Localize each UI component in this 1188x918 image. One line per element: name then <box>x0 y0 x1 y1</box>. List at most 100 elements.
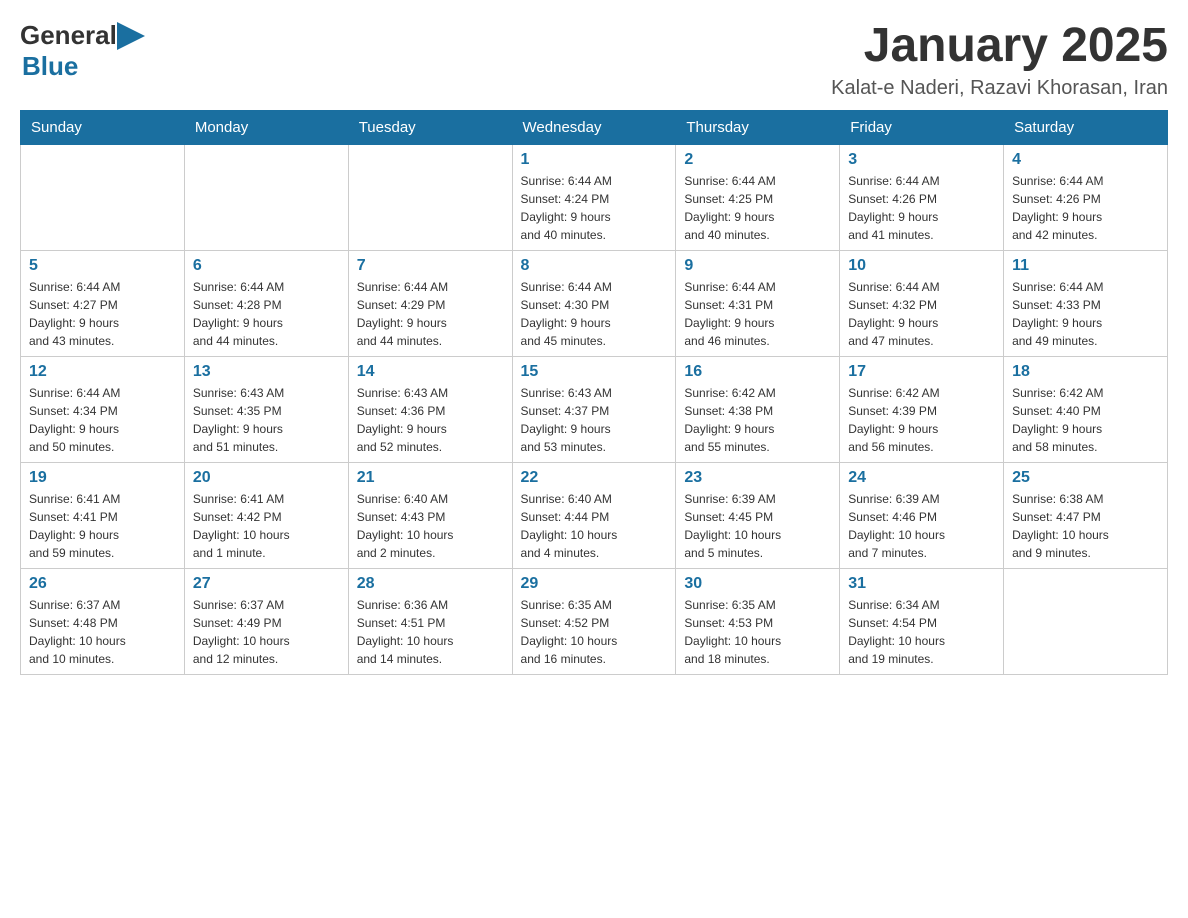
calendar-cell <box>348 144 512 250</box>
day-info: Sunrise: 6:37 AM Sunset: 4:48 PM Dayligh… <box>29 596 176 668</box>
day-number: 19 <box>29 469 176 487</box>
day-info: Sunrise: 6:37 AM Sunset: 4:49 PM Dayligh… <box>193 596 340 668</box>
day-info: Sunrise: 6:43 AM Sunset: 4:35 PM Dayligh… <box>193 384 340 456</box>
day-number: 5 <box>29 257 176 275</box>
calendar-cell: 23 Sunrise: 6:39 AM Sunset: 4:45 PM Dayli… <box>676 462 840 568</box>
weekday-header-sunday: Sunday <box>21 110 185 144</box>
day-info: Sunrise: 6:38 AM Sunset: 4:47 PM Dayligh… <box>1012 490 1159 562</box>
calendar-cell: 10 Sunrise: 6:44 AM Sunset: 4:32 PM Dayli… <box>840 250 1004 356</box>
day-number: 10 <box>848 257 995 275</box>
day-info: Sunrise: 6:42 AM Sunset: 4:39 PM Dayligh… <box>848 384 995 456</box>
calendar-cell: 25 Sunrise: 6:38 AM Sunset: 4:47 PM Dayli… <box>1004 462 1168 568</box>
logo-blue-text: Blue <box>22 51 78 82</box>
day-number: 6 <box>193 257 340 275</box>
calendar-cell: 22 Sunrise: 6:40 AM Sunset: 4:44 PM Dayli… <box>512 462 676 568</box>
day-info: Sunrise: 6:44 AM Sunset: 4:25 PM Dayligh… <box>684 172 831 244</box>
calendar-cell: 24Sunrise: 6:39 AM Sunset: 4:46 PM Dayli… <box>840 462 1004 568</box>
day-number: 21 <box>357 469 504 487</box>
calendar-cell: 14 Sunrise: 6:43 AM Sunset: 4:36 PM Dayli… <box>348 356 512 462</box>
day-number: 12 <box>29 363 176 381</box>
calendar-cell: 6 Sunrise: 6:44 AM Sunset: 4:28 PM Daylig… <box>184 250 348 356</box>
day-number: 8 <box>521 257 668 275</box>
calendar-week-row: 26 Sunrise: 6:37 AM Sunset: 4:48 PM Dayli… <box>21 568 1168 674</box>
day-info: Sunrise: 6:34 AM Sunset: 4:54 PM Dayligh… <box>848 596 995 668</box>
day-number: 13 <box>193 363 340 381</box>
day-number: 25 <box>1012 469 1159 487</box>
day-info: Sunrise: 6:42 AM Sunset: 4:38 PM Dayligh… <box>684 384 831 456</box>
weekday-header-wednesday: Wednesday <box>512 110 676 144</box>
weekday-header-monday: Monday <box>184 110 348 144</box>
calendar-cell: 30 Sunrise: 6:35 AM Sunset: 4:53 PM Dayli… <box>676 568 840 674</box>
day-info: Sunrise: 6:44 AM Sunset: 4:27 PM Dayligh… <box>29 278 176 350</box>
calendar-cell: 27 Sunrise: 6:37 AM Sunset: 4:49 PM Dayli… <box>184 568 348 674</box>
day-number: 26 <box>29 575 176 593</box>
logo: General Blue <box>20 20 145 82</box>
day-info: Sunrise: 6:44 AM Sunset: 4:26 PM Dayligh… <box>848 172 995 244</box>
day-number: 28 <box>357 575 504 593</box>
day-number: 27 <box>193 575 340 593</box>
calendar-cell: 5 Sunrise: 6:44 AM Sunset: 4:27 PM Daylig… <box>21 250 185 356</box>
calendar-week-row: 5 Sunrise: 6:44 AM Sunset: 4:27 PM Daylig… <box>21 250 1168 356</box>
logo-general-text: General <box>20 20 117 51</box>
day-number: 9 <box>684 257 831 275</box>
day-number: 31 <box>848 575 995 593</box>
weekday-header-thursday: Thursday <box>676 110 840 144</box>
calendar-table: SundayMondayTuesdayWednesdayThursdayFrid… <box>20 110 1168 675</box>
calendar-cell: 17 Sunrise: 6:42 AM Sunset: 4:39 PM Dayli… <box>840 356 1004 462</box>
calendar-cell: 19 Sunrise: 6:41 AM Sunset: 4:41 PM Dayli… <box>21 462 185 568</box>
day-number: 4 <box>1012 151 1159 169</box>
day-number: 11 <box>1012 257 1159 275</box>
calendar-cell <box>21 144 185 250</box>
weekday-header-saturday: Saturday <box>1004 110 1168 144</box>
calendar-cell: 12 Sunrise: 6:44 AM Sunset: 4:34 PM Dayli… <box>21 356 185 462</box>
weekday-header-friday: Friday <box>840 110 1004 144</box>
day-number: 22 <box>521 469 668 487</box>
calendar-cell: 15Sunrise: 6:43 AM Sunset: 4:37 PM Dayli… <box>512 356 676 462</box>
day-number: 30 <box>684 575 831 593</box>
day-info: Sunrise: 6:44 AM Sunset: 4:28 PM Dayligh… <box>193 278 340 350</box>
day-info: Sunrise: 6:41 AM Sunset: 4:41 PM Dayligh… <box>29 490 176 562</box>
calendar-header-row: SundayMondayTuesdayWednesdayThursdayFrid… <box>21 110 1168 144</box>
day-number: 7 <box>357 257 504 275</box>
day-info: Sunrise: 6:44 AM Sunset: 4:29 PM Dayligh… <box>357 278 504 350</box>
calendar-cell <box>1004 568 1168 674</box>
day-info: Sunrise: 6:44 AM Sunset: 4:30 PM Dayligh… <box>521 278 668 350</box>
day-number: 2 <box>684 151 831 169</box>
day-info: Sunrise: 6:35 AM Sunset: 4:53 PM Dayligh… <box>684 596 831 668</box>
day-info: Sunrise: 6:36 AM Sunset: 4:51 PM Dayligh… <box>357 596 504 668</box>
page-header: General Blue January 2025 Kalat-e Naderi… <box>20 20 1168 100</box>
calendar-cell: 1Sunrise: 6:44 AM Sunset: 4:24 PM Daylig… <box>512 144 676 250</box>
day-number: 1 <box>521 151 668 169</box>
calendar-cell: 16 Sunrise: 6:42 AM Sunset: 4:38 PM Dayli… <box>676 356 840 462</box>
calendar-cell: 8 Sunrise: 6:44 AM Sunset: 4:30 PM Daylig… <box>512 250 676 356</box>
day-info: Sunrise: 6:44 AM Sunset: 4:26 PM Dayligh… <box>1012 172 1159 244</box>
day-number: 18 <box>1012 363 1159 381</box>
day-info: Sunrise: 6:43 AM Sunset: 4:37 PM Dayligh… <box>521 384 668 456</box>
day-number: 29 <box>521 575 668 593</box>
day-info: Sunrise: 6:40 AM Sunset: 4:43 PM Dayligh… <box>357 490 504 562</box>
day-info: Sunrise: 6:44 AM Sunset: 4:33 PM Dayligh… <box>1012 278 1159 350</box>
day-info: Sunrise: 6:39 AM Sunset: 4:45 PM Dayligh… <box>684 490 831 562</box>
day-info: Sunrise: 6:43 AM Sunset: 4:36 PM Dayligh… <box>357 384 504 456</box>
location-subtitle: Kalat-e Naderi, Razavi Khorasan, Iran <box>831 77 1168 100</box>
day-number: 14 <box>357 363 504 381</box>
logo-triangle-icon <box>117 22 145 50</box>
day-info: Sunrise: 6:42 AM Sunset: 4:40 PM Dayligh… <box>1012 384 1159 456</box>
day-info: Sunrise: 6:44 AM Sunset: 4:32 PM Dayligh… <box>848 278 995 350</box>
calendar-week-row: 1Sunrise: 6:44 AM Sunset: 4:24 PM Daylig… <box>21 144 1168 250</box>
day-number: 17 <box>848 363 995 381</box>
calendar-cell: 4 Sunrise: 6:44 AM Sunset: 4:26 PM Daylig… <box>1004 144 1168 250</box>
day-number: 3 <box>848 151 995 169</box>
calendar-cell: 28 Sunrise: 6:36 AM Sunset: 4:51 PM Dayli… <box>348 568 512 674</box>
day-number: 16 <box>684 363 831 381</box>
day-info: Sunrise: 6:41 AM Sunset: 4:42 PM Dayligh… <box>193 490 340 562</box>
day-info: Sunrise: 6:44 AM Sunset: 4:31 PM Dayligh… <box>684 278 831 350</box>
calendar-week-row: 19 Sunrise: 6:41 AM Sunset: 4:41 PM Dayli… <box>21 462 1168 568</box>
month-title: January 2025 <box>831 20 1168 73</box>
day-info: Sunrise: 6:40 AM Sunset: 4:44 PM Dayligh… <box>521 490 668 562</box>
calendar-cell: 9 Sunrise: 6:44 AM Sunset: 4:31 PM Daylig… <box>676 250 840 356</box>
weekday-header-tuesday: Tuesday <box>348 110 512 144</box>
day-number: 23 <box>684 469 831 487</box>
day-number: 20 <box>193 469 340 487</box>
day-info: Sunrise: 6:44 AM Sunset: 4:34 PM Dayligh… <box>29 384 176 456</box>
